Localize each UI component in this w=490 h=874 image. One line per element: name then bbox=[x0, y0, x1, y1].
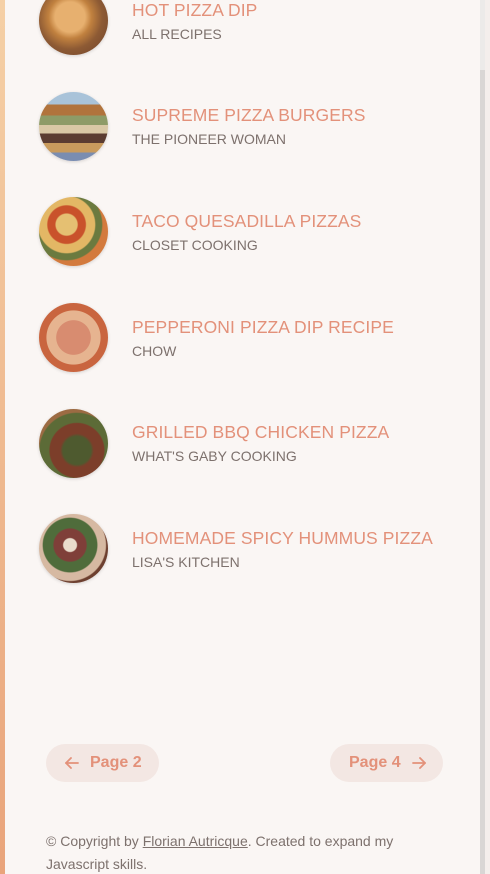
author-link[interactable]: Florian Autricque bbox=[143, 833, 248, 849]
result-item[interactable]: PEPPERONI PIZZA DIP RECIPE CHOW bbox=[39, 285, 459, 391]
result-item[interactable]: TACO QUESADILLA PIZZAS CLOSET COOKING bbox=[39, 179, 459, 285]
pagination: Page 2 Page 4 bbox=[46, 744, 443, 782]
prev-page-button[interactable]: Page 2 bbox=[46, 744, 159, 782]
recipe-publisher: LISA'S KITCHEN bbox=[132, 553, 240, 570]
recipe-publisher: WHAT'S GABY COOKING bbox=[132, 448, 297, 465]
next-page-button[interactable]: Page 4 bbox=[330, 744, 443, 782]
recipe-publisher: THE PIONEER WOMAN bbox=[132, 131, 287, 148]
recipe-title: TACO QUESADILLA PIZZAS bbox=[132, 210, 362, 231]
recipe-publisher: CLOSET COOKING bbox=[132, 236, 258, 253]
results-list: HOT PIZZA DIP ALL RECIPES SUPREME PIZZA … bbox=[39, 0, 459, 602]
recipe-thumbnail bbox=[39, 514, 108, 584]
recipe-thumbnail bbox=[39, 408, 108, 478]
next-page-label: Page 4 bbox=[349, 754, 401, 771]
scrollbar-track[interactable] bbox=[480, 0, 485, 874]
recipe-thumbnail bbox=[39, 197, 108, 267]
recipe-thumbnail bbox=[39, 91, 108, 161]
recipe-thumbnail bbox=[39, 303, 108, 373]
result-item[interactable]: GRILLED BBQ CHICKEN PIZZA WHAT'S GABY CO… bbox=[39, 390, 459, 496]
recipe-publisher: ALL RECIPES bbox=[132, 25, 222, 42]
scrollbar-thumb[interactable] bbox=[480, 70, 485, 874]
copyright-text: © Copyright by Florian Autricque. Create… bbox=[46, 830, 446, 874]
arrow-right-icon bbox=[411, 757, 426, 769]
recipe-title: HOMEMADE SPICY HUMMUS PIZZA bbox=[132, 527, 433, 548]
recipe-title: HOT PIZZA DIP bbox=[132, 0, 258, 20]
recipe-title: GRILLED BBQ CHICKEN PIZZA bbox=[132, 422, 390, 443]
recipe-title: PEPPERONI PIZZA DIP RECIPE bbox=[132, 316, 394, 337]
arrow-left-icon bbox=[65, 757, 79, 769]
recipe-publisher: CHOW bbox=[132, 342, 177, 359]
result-item[interactable]: HOT PIZZA DIP ALL RECIPES bbox=[39, 0, 459, 74]
copyright-prefix: © Copyright by bbox=[46, 833, 143, 849]
prev-page-label: Page 2 bbox=[90, 754, 142, 771]
result-item[interactable]: SUPREME PIZZA BURGERS THE PIONEER WOMAN bbox=[39, 74, 459, 180]
result-item[interactable]: HOMEMADE SPICY HUMMUS PIZZA LISA'S KITCH… bbox=[39, 496, 459, 602]
recipe-thumbnail bbox=[39, 0, 108, 56]
recipe-title: SUPREME PIZZA BURGERS bbox=[132, 105, 366, 126]
